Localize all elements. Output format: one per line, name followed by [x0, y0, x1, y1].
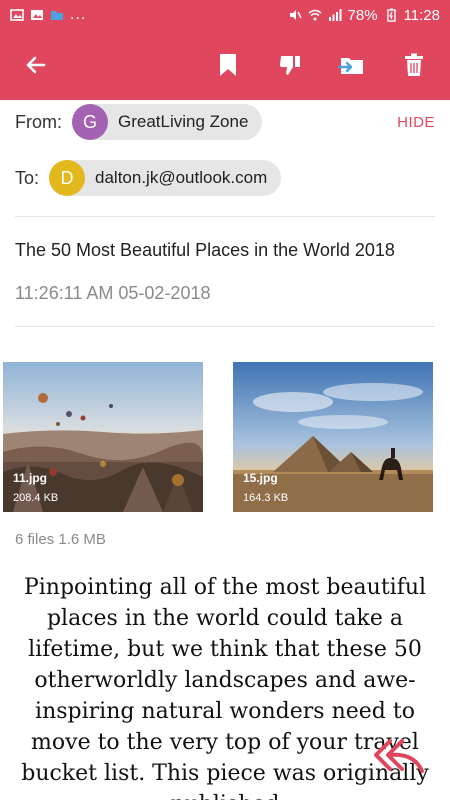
signal-icon [328, 9, 342, 21]
attachment-filesize: 164.3 KB [243, 492, 289, 504]
trash-icon [405, 53, 423, 76]
thumbs-down-icon [280, 56, 300, 75]
email-detail: From: G GreatLiving Zone HIDE To: D dalt… [0, 100, 450, 800]
from-label: From: [15, 111, 62, 132]
to-label: To: [15, 167, 40, 188]
recipient-chip[interactable]: D dalton.jk@outlook.com [49, 160, 282, 196]
to-row: To: D dalton.jk@outlook.com [15, 159, 435, 197]
clock: 11:28 [403, 6, 440, 24]
attachment-thumbnail[interactable]: 11.jpg 208.4 KB [3, 362, 203, 512]
reply-all-icon[interactable] [372, 735, 428, 775]
attachment-filename: 11.jpg [13, 471, 48, 485]
attachment-filesize: 208.4 KB [13, 492, 59, 504]
spam-button[interactable] [268, 43, 312, 87]
gallery-notification-icon [10, 9, 24, 21]
from-row: From: G GreatLiving Zone HIDE [15, 104, 435, 140]
bookmark-button[interactable] [206, 43, 250, 87]
battery-percent: 78% [347, 6, 378, 24]
folder-notification-icon [51, 11, 63, 20]
more-notifications: ... [70, 6, 87, 23]
back-button[interactable] [14, 43, 58, 87]
delete-button[interactable] [392, 43, 436, 87]
attachments-summary: 6 files 1.6 MB [15, 531, 106, 548]
bookmark-icon [220, 54, 236, 76]
mute-icon [289, 10, 302, 20]
attachment-thumbnail[interactable]: 15.jpg 164.3 KB [233, 362, 433, 512]
sender-chip[interactable]: G GreatLiving Zone [72, 104, 263, 140]
email-subject: The 50 Most Beautiful Places in the Worl… [15, 240, 395, 260]
email-body: Pinpointing all of the most beautiful pl… [21, 575, 429, 800]
wifi-icon [308, 9, 322, 21]
move-to-folder-icon [338, 58, 363, 74]
move-button[interactable] [330, 43, 374, 87]
image-notification-icon [31, 10, 43, 20]
sender-avatar: G [72, 104, 108, 140]
balloon-landscape-image [3, 362, 203, 512]
status-bar: ... 78% 11:28 [0, 0, 450, 30]
app-toolbar [0, 30, 450, 100]
back-arrow-icon [26, 56, 46, 74]
attachment-filename: 15.jpg [243, 471, 278, 485]
sender-name: GreatLiving Zone [118, 112, 249, 131]
battery-charging-icon [386, 8, 396, 22]
divider [15, 326, 435, 327]
recipient-email: dalton.jk@outlook.com [95, 168, 268, 187]
hide-details-button[interactable]: HIDE [397, 114, 435, 131]
email-datetime: 11:26:11 AM 05-02-2018 [15, 283, 211, 303]
recipient-avatar: D [49, 160, 86, 196]
pyramids-image [233, 362, 433, 512]
divider [15, 216, 435, 217]
